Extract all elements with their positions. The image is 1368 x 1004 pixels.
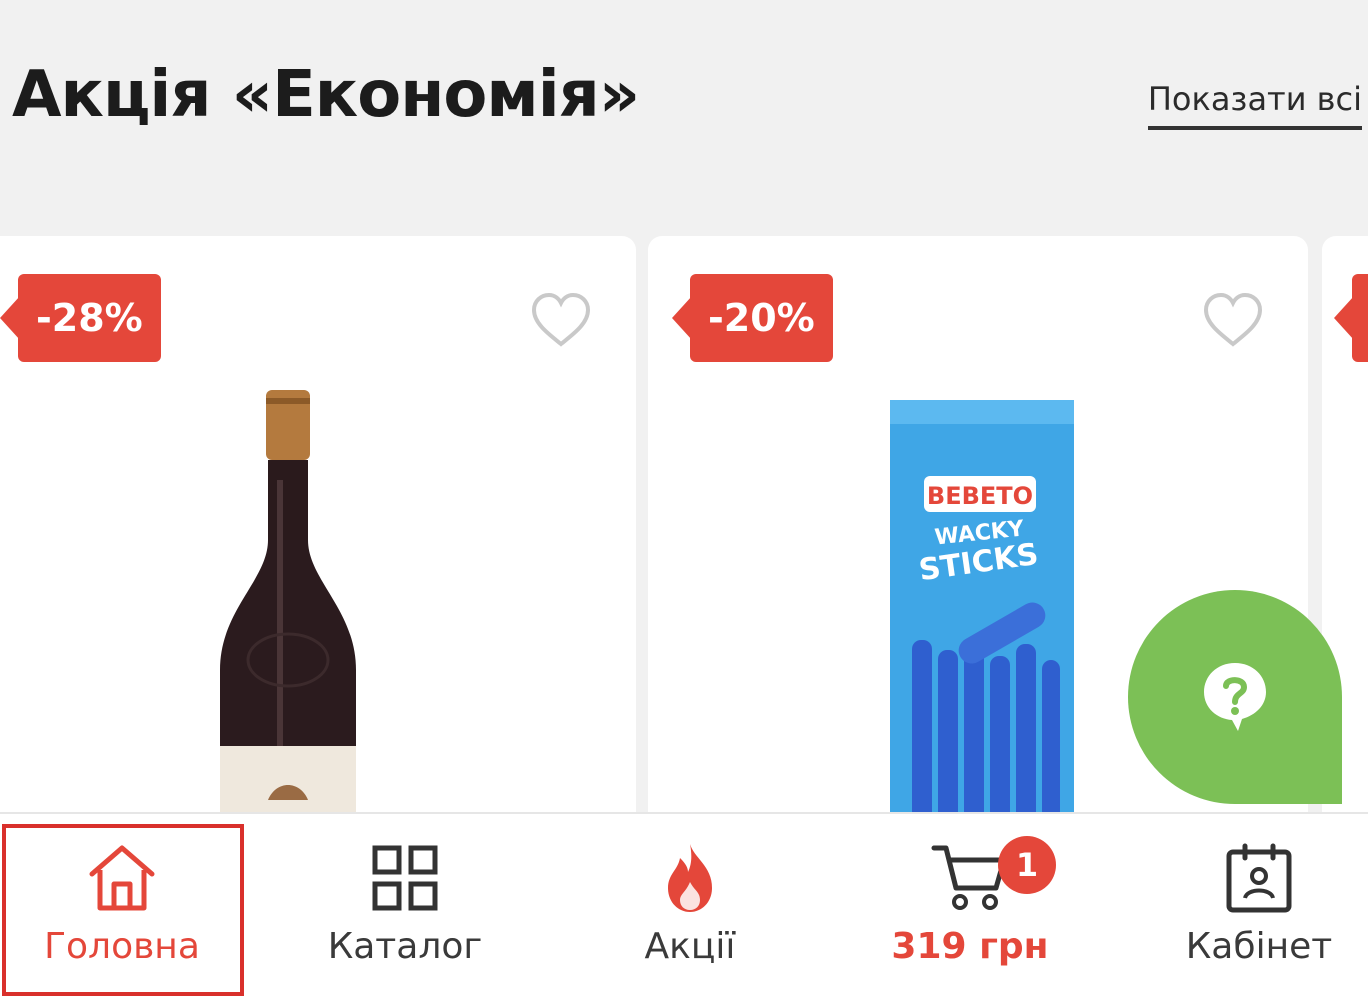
flame-icon xyxy=(668,844,712,912)
nav-catalog[interactable]: Каталог xyxy=(290,814,520,1004)
heart-icon[interactable] xyxy=(530,292,592,348)
package-brand: BEBETO xyxy=(927,482,1033,510)
heart-icon[interactable] xyxy=(1202,292,1264,348)
nav-promos-label: Акції xyxy=(644,926,736,967)
discount-badge: -20% xyxy=(672,274,833,362)
section-header: Акція «Економія» Показати всі xyxy=(0,0,1368,236)
cart-count-badge: 1 xyxy=(998,836,1056,894)
bottom-navigation: Головна Каталог Акції 1 319 грн Кабінет xyxy=(0,812,1368,1004)
home-icon xyxy=(89,845,155,911)
discount-badge: -28% xyxy=(0,274,161,362)
grid-icon xyxy=(372,845,438,911)
question-chat-icon xyxy=(1204,663,1266,731)
nav-home[interactable]: Головна xyxy=(0,814,244,1004)
candy-package-image: BEBETO WACKY STICKS xyxy=(890,400,1074,812)
nav-cart-total: 319 грн xyxy=(891,926,1049,967)
wine-bottle-image xyxy=(220,390,356,812)
nav-home-label: Головна xyxy=(44,926,200,967)
discount-badge xyxy=(1334,274,1368,362)
nav-account[interactable]: Кабінет xyxy=(1150,814,1368,1004)
nav-promos[interactable]: Акції xyxy=(590,814,790,1004)
nav-account-label: Кабінет xyxy=(1185,926,1333,967)
page-title: Акція «Економія» xyxy=(12,58,640,132)
product-card[interactable]: -28% xyxy=(0,236,636,812)
cart-icon xyxy=(931,845,1007,910)
nav-cart[interactable]: 1 319 грн xyxy=(870,814,1070,1004)
help-chat-button[interactable] xyxy=(1128,590,1342,804)
nav-catalog-label: Каталог xyxy=(327,926,483,967)
account-badge-icon xyxy=(1226,843,1292,913)
show-all-link[interactable]: Показати всі xyxy=(1147,80,1362,130)
